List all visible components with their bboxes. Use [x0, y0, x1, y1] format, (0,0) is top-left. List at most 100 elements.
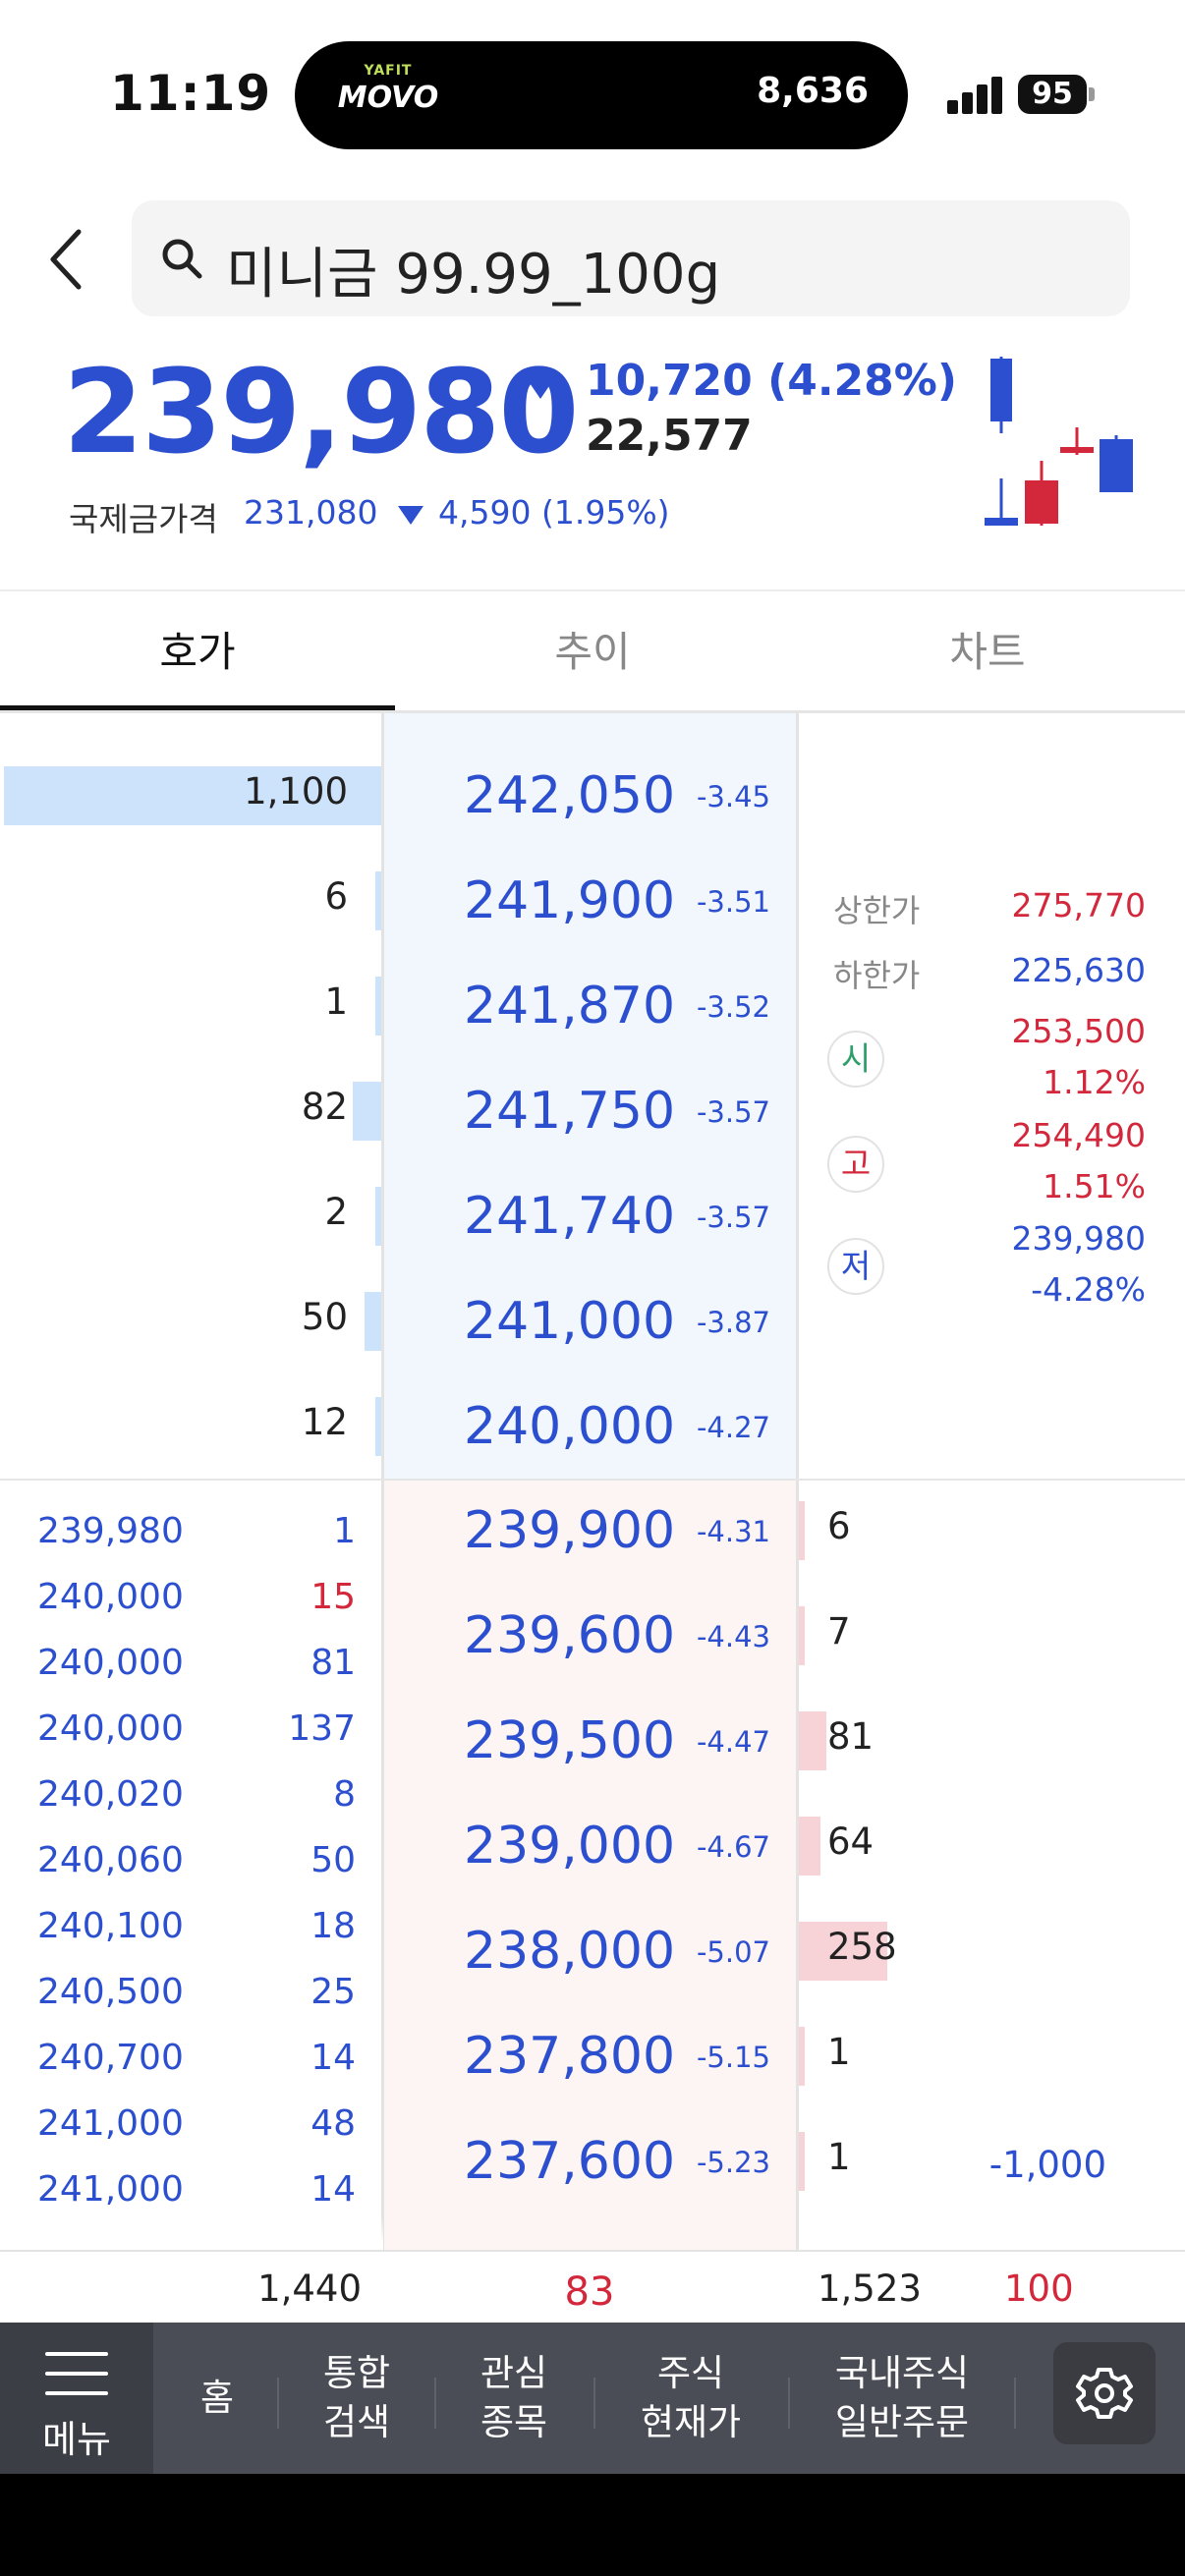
nav-stock-order[interactable]: 국내주식 일반주문 — [794, 2323, 1010, 2474]
battery-tip — [1089, 87, 1095, 101]
trade-qty: 137 — [288, 1708, 356, 1749]
bid-total: 1,523 — [818, 2268, 922, 2310]
ask-qty-bar — [353, 1082, 381, 1141]
total-middle: 83 — [564, 2269, 615, 2315]
bid-qty-bar — [799, 1606, 805, 1665]
ask-price: 241,000 — [464, 1292, 676, 1351]
nav-search[interactable]: 통합 검색 — [283, 2323, 430, 2474]
bid-qty: 7 — [827, 1610, 851, 1652]
search-input[interactable]: 미니금 99.99_100g — [132, 200, 1130, 316]
ask-qty-bar — [375, 977, 381, 1036]
settings-button[interactable] — [1053, 2342, 1156, 2444]
trade-volume: 22,577 — [586, 411, 753, 461]
bid-price: 238,000 — [464, 1922, 676, 1981]
current-price: 239,980 — [63, 344, 579, 479]
ask-qty: 82 — [301, 1086, 348, 1128]
battery-icon: 95 — [1018, 75, 1087, 114]
trade-qty: 50 — [310, 1840, 356, 1880]
open-badge: 시 — [827, 1031, 884, 1088]
tab-chart[interactable]: 차트 — [790, 591, 1185, 713]
mini-candlestick-chart[interactable] — [973, 349, 1169, 535]
trade-qty: 14 — [310, 2038, 356, 2078]
nav-separator — [277, 2378, 279, 2429]
ask-pct: -3.57 — [696, 1201, 770, 1234]
trade-row: 241,000 48 — [0, 2092, 383, 2157]
nav-stock-quote[interactable]: 주식 현재가 — [599, 2323, 782, 2474]
bid-qty: 258 — [827, 1926, 897, 1968]
ask-qty: 12 — [301, 1401, 348, 1443]
low-price: 239,980 — [1011, 1219, 1146, 1258]
ask-qty: 2 — [324, 1191, 348, 1233]
trade-row: 241,000 14 — [0, 2157, 383, 2223]
bid-price: 237,600 — [464, 2132, 676, 2191]
candle-body — [1025, 480, 1058, 524]
trade-qty: 1 — [333, 1511, 356, 1551]
nav-separator — [434, 2378, 436, 2429]
ask-row[interactable]: 2 241,740 -3.57 — [0, 1167, 1185, 1265]
intl-gold-change: 4,590 (1.95%) — [438, 493, 670, 532]
ask-row[interactable]: 6 241,900 -3.51 — [0, 852, 1185, 950]
logo-top-text: YAFIT — [364, 63, 413, 79]
ask-bid-divider — [0, 1479, 1185, 1481]
bottom-nav: 메뉴 홈 통합 검색 관심 종목 주식 현재가 국내주식 일반주문 — [0, 2323, 1185, 2474]
bid-qty-bar — [799, 2027, 805, 2086]
price-change: 10,720 (4.28%) — [586, 356, 957, 406]
nav-separator — [1014, 2378, 1016, 2429]
status-bar: 11:19 YAFIT MOVO 8,636 95 — [0, 0, 1185, 187]
bid-pct: -4.31 — [696, 1515, 770, 1548]
trade-price: 240,000 — [37, 1643, 184, 1683]
low-pct: -4.28% — [1031, 1270, 1146, 1309]
search-icon — [162, 239, 202, 279]
open-pct: 1.12% — [1043, 1063, 1146, 1101]
trade-price: 240,000 — [37, 1708, 184, 1749]
tab-trend[interactable]: 추이 — [395, 591, 790, 713]
tab-bar: 호가 추이 차트 — [0, 589, 1185, 713]
upper-limit-label: 상한가 — [833, 892, 921, 929]
candle-body — [1060, 447, 1094, 453]
upper-limit-price: 275,770 — [1011, 886, 1146, 924]
ask-row[interactable]: 12 240,000 -4.27 — [0, 1377, 1185, 1476]
ask-price: 242,050 — [464, 766, 676, 825]
down-triangle-icon — [398, 506, 423, 529]
nav-home[interactable]: 홈 — [163, 2323, 271, 2474]
trade-price: 240,000 — [37, 1577, 184, 1617]
lower-limit-label: 하한가 — [833, 957, 921, 994]
ask-row[interactable]: 50 241,000 -3.87 — [0, 1272, 1185, 1371]
ask-qty-bar — [375, 1397, 381, 1456]
search-query-text: 미니금 99.99_100g — [226, 243, 721, 307]
trade-qty: 25 — [310, 1972, 356, 2012]
candle-body — [990, 359, 1012, 421]
bid-qty-bar — [799, 1711, 826, 1770]
bid-price: 237,800 — [464, 2027, 676, 2086]
trade-price: 239,980 — [37, 1511, 184, 1551]
ask-row[interactable]: 82 241,750 -3.57 — [0, 1062, 1185, 1160]
ask-row[interactable]: 1,100 242,050 -3.45 — [0, 747, 1185, 845]
open-price: 253,500 — [1011, 1012, 1146, 1050]
dynamic-island: YAFIT MOVO 8,636 — [295, 41, 908, 149]
trade-qty: 8 — [333, 1774, 356, 1815]
ask-price: 240,000 — [464, 1397, 676, 1456]
trades-fade — [0, 2218, 383, 2250]
ask-qty-bar — [375, 1187, 381, 1246]
status-time: 11:19 — [110, 65, 272, 122]
ask-row[interactable]: 1 241,870 -3.52 — [0, 957, 1185, 1055]
tab-orderbook[interactable]: 호가 — [0, 591, 395, 713]
nav-menu-button[interactable]: 메뉴 — [0, 2323, 153, 2474]
candle-body — [985, 518, 1018, 526]
cellular-signal-icon — [947, 77, 1004, 114]
lower-limit-price: 225,630 — [1011, 951, 1146, 989]
ask-total: 1,440 — [257, 2268, 362, 2310]
ask-qty-bar — [365, 1292, 381, 1351]
bid-qty-bar — [799, 1501, 805, 1560]
trade-price: 241,000 — [37, 2169, 184, 2210]
logo-text: MOVO — [337, 81, 439, 115]
trade-row: 240,700 14 — [0, 2026, 383, 2092]
nav-watchlist[interactable]: 관심 종목 — [440, 2323, 588, 2474]
bid-pct: -5.15 — [696, 2041, 770, 2074]
movo-logo: YAFIT MOVO — [334, 63, 442, 128]
back-button[interactable] — [39, 218, 98, 301]
ask-pct: -3.51 — [696, 885, 770, 919]
ask-qty: 50 — [301, 1296, 348, 1338]
trade-price: 240,020 — [37, 1774, 184, 1815]
trade-row: 240,100 18 — [0, 1894, 383, 1960]
